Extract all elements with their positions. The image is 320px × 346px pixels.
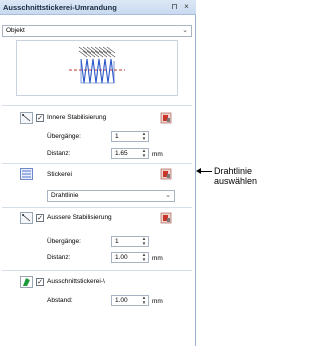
inner-distanz-value: 1.65 xyxy=(115,150,128,157)
stickerei-label: Stickerei xyxy=(47,171,72,178)
chevron-down-icon: ⌄ xyxy=(182,27,188,34)
inner-distanz-spinner[interactable]: 1.65 ▲ ▼ xyxy=(111,148,149,159)
outer-distanz-value: 1.00 xyxy=(115,254,128,261)
inner-uebergaenge-value: 1 xyxy=(115,133,119,140)
outer-uebergaenge-label: Übergänge: xyxy=(47,238,81,245)
spin-arrows-icon[interactable]: ▲ ▼ xyxy=(140,295,148,305)
inner-distanz-unit: mm xyxy=(152,151,163,158)
preview-image xyxy=(16,40,178,96)
outer-uebergaenge-value: 1 xyxy=(115,238,119,245)
inner-uebergaenge-label: Übergänge: xyxy=(47,133,81,140)
settings-red-icon[interactable] xyxy=(160,168,172,180)
abstand-spinner[interactable]: 1.00 ▲ ▼ xyxy=(111,295,149,306)
divider xyxy=(2,207,192,208)
inner-stabilization-label: Innere Stabilisierung xyxy=(47,114,107,121)
divider xyxy=(2,163,192,164)
spin-arrows-icon[interactable]: ▲ ▼ xyxy=(140,131,148,141)
callout-text: Drahtlinie auswählen xyxy=(214,166,258,186)
outer-distanz-spinner[interactable]: 1.00 ▲ ▼ xyxy=(111,252,149,263)
properties-panel: Ausschnittstickerei-Umrandung ⊓ × Objekt… xyxy=(0,0,196,346)
abstand-unit: mm xyxy=(152,298,163,305)
object-select-value: Objekt xyxy=(6,27,25,34)
inner-uebergaenge-spinner[interactable]: 1 ▲ ▼ xyxy=(111,131,149,142)
outer-stabilization-checkbox[interactable]: ✓ xyxy=(36,214,44,222)
object-select[interactable]: Objekt ⌄ xyxy=(2,25,192,37)
inner-distanz-label: Distanz: xyxy=(47,150,71,157)
ausschnitt-icon xyxy=(20,276,33,288)
spin-arrows-icon[interactable]: ▲ ▼ xyxy=(140,252,148,262)
callout-line-2: auswählen xyxy=(214,176,258,186)
inner-stabilization-icon xyxy=(20,112,33,124)
divider xyxy=(2,105,192,106)
stitch-preview-icon xyxy=(69,46,125,84)
chevron-down-icon: ⌄ xyxy=(165,192,171,199)
spin-arrows-icon[interactable]: ▲ ▼ xyxy=(140,236,148,246)
spin-arrows-icon[interactable]: ▲ ▼ xyxy=(140,148,148,158)
abstand-value: 1.00 xyxy=(115,297,128,304)
outer-stabilization-label: Aussere Stabilisierung xyxy=(47,214,112,221)
stickerei-type-value: Drahtlinie xyxy=(51,192,79,199)
abstand-label: Abstand: xyxy=(47,297,73,304)
panel-titlebar: Ausschnittstickerei-Umrandung ⊓ × xyxy=(0,0,196,15)
divider xyxy=(2,270,192,271)
outer-distanz-unit: mm xyxy=(152,255,163,262)
pin-icon[interactable]: ⊓ xyxy=(170,2,179,12)
ausschnitt-checkbox[interactable]: ✓ xyxy=(36,278,44,286)
outer-distanz-label: Distanz: xyxy=(47,254,71,261)
outer-stabilization-icon xyxy=(20,212,33,224)
close-icon[interactable]: × xyxy=(182,2,191,12)
callout-line xyxy=(199,171,212,172)
settings-red-icon[interactable] xyxy=(160,212,172,224)
stickerei-icon xyxy=(20,168,33,180)
panel-title: Ausschnittstickerei-Umrandung xyxy=(3,3,117,12)
stickerei-type-select[interactable]: Drahtlinie ⌄ xyxy=(47,190,175,202)
outer-uebergaenge-spinner[interactable]: 1 ▲ ▼ xyxy=(111,236,149,247)
ausschnitt-label: Ausschnittstickerei-\ xyxy=(47,278,105,285)
callout-line-1: Drahtlinie xyxy=(214,166,253,176)
settings-red-icon[interactable] xyxy=(160,112,172,124)
inner-stabilization-checkbox[interactable]: ✓ xyxy=(36,114,44,122)
